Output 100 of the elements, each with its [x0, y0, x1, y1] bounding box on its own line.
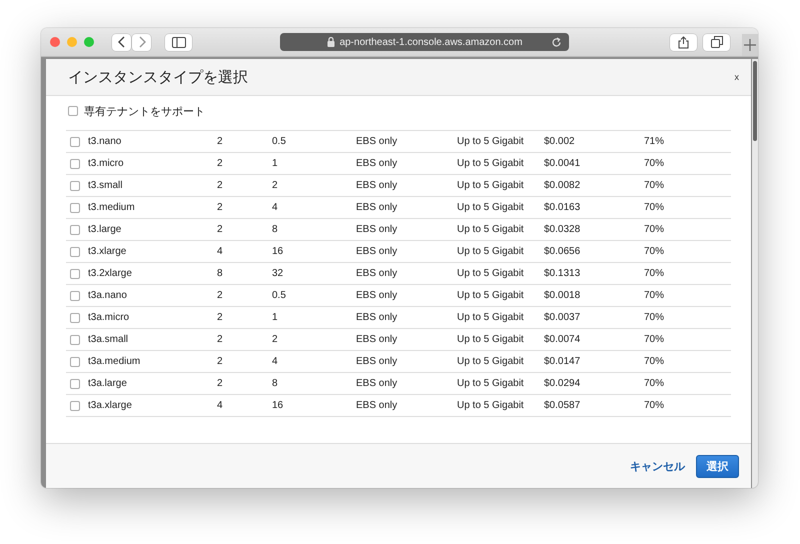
table-cell: EBS only	[356, 334, 398, 345]
table-cell: EBS only	[356, 224, 398, 235]
table-cell: t3.2xlarge	[88, 268, 132, 279]
sidebar-icon	[172, 36, 186, 48]
table-cell: 2	[272, 334, 278, 345]
table-cell: EBS only	[356, 246, 398, 257]
row-checkbox[interactable]	[70, 136, 80, 146]
select-button[interactable]: 選択	[696, 454, 739, 478]
table-cell: 70%	[644, 158, 664, 169]
row-checkbox[interactable]	[70, 224, 80, 234]
table-cell: $0.0018	[544, 290, 580, 301]
table-cell: EBS only	[356, 136, 398, 147]
table-cell: 4	[217, 246, 223, 257]
table-cell: 70%	[644, 268, 664, 279]
table-cell: Up to 5 Gigabit	[457, 224, 524, 235]
table-cell: 2	[217, 224, 223, 235]
table-cell: 4	[217, 400, 223, 411]
table-cell: t3a.medium	[88, 356, 140, 367]
zoom-window-icon[interactable]	[84, 37, 94, 47]
table-cell: 16	[272, 400, 284, 411]
row-checkbox[interactable]	[70, 312, 80, 322]
table-cell: t3.nano	[88, 136, 122, 147]
table-cell: EBS only	[356, 202, 398, 213]
table-cell: 2	[272, 180, 278, 191]
table-cell: $0.0147	[544, 356, 580, 367]
new-tab-icon[interactable]	[742, 34, 758, 56]
row-checkbox[interactable]	[70, 180, 80, 190]
reload-icon[interactable]	[551, 37, 562, 48]
table-cell: 8	[272, 378, 278, 389]
chevron-left-icon	[118, 36, 126, 48]
row-checkbox[interactable]	[70, 334, 80, 344]
sidebar-button[interactable]	[165, 34, 192, 50]
checkbox[interactable]	[68, 106, 78, 116]
table-cell: $0.0163	[544, 202, 580, 213]
table-cell: t3a.xlarge	[88, 400, 132, 411]
tabs-button[interactable]	[703, 34, 730, 50]
table-cell: Up to 5 Gigabit	[457, 202, 524, 213]
table-cell: 70%	[644, 312, 664, 323]
table-cell: $0.1313	[544, 268, 580, 279]
table-cell: EBS only	[356, 312, 398, 323]
row-checkbox[interactable]	[70, 246, 80, 256]
table-cell: 8	[272, 224, 278, 235]
table-cell: t3a.micro	[88, 312, 130, 323]
table-cell: EBS only	[356, 378, 398, 389]
table-cell: t3a.small	[88, 334, 128, 345]
table-cell: $0.0294	[544, 378, 580, 389]
chevron-right-icon	[138, 36, 146, 48]
cancel-link[interactable]: キャンセル	[630, 458, 685, 474]
table-cell: t3.small	[88, 180, 122, 191]
table-cell: EBS only	[356, 290, 398, 301]
table-cell: EBS only	[356, 268, 398, 279]
table-cell: $0.0082	[544, 180, 580, 191]
share-icon	[678, 36, 689, 48]
table-cell: Up to 5 Gigabit	[457, 136, 524, 147]
table-cell: 2	[217, 378, 223, 389]
table-cell: t3.xlarge	[88, 246, 126, 257]
back-button[interactable]	[112, 34, 131, 50]
table-cell: Up to 5 Gigabit	[457, 378, 524, 389]
scroll-thumb[interactable]	[753, 61, 757, 141]
table-cell: 16	[272, 246, 284, 257]
scrollbar[interactable]	[752, 59, 758, 488]
table-cell: 70%	[644, 246, 664, 257]
table-cell: 2	[217, 136, 223, 147]
table-cell: EBS only	[356, 356, 398, 367]
table-cell: 2	[217, 312, 223, 323]
table-cell: $0.0074	[544, 334, 580, 345]
table-cell: EBS only	[356, 400, 398, 411]
table-cell: 71%	[644, 136, 664, 147]
table-cell: Up to 5 Gigabit	[457, 356, 524, 367]
table-cell: $0.0037	[544, 312, 580, 323]
table-cell: $0.0656	[544, 246, 580, 257]
table-cell: $0.002	[544, 136, 575, 147]
table-cell: t3.large	[88, 224, 122, 235]
table-cell: Up to 5 Gigabit	[457, 400, 524, 411]
table-cell: $0.0587	[544, 400, 580, 411]
row-checkbox[interactable]	[70, 290, 80, 300]
table-cell: 2	[217, 158, 223, 169]
table-cell: 2	[217, 356, 223, 367]
row-checkbox[interactable]	[70, 356, 80, 366]
address-bar[interactable]: ap-northeast-1.console.aws.amazon.com	[280, 33, 569, 51]
table-cell: 70%	[644, 224, 664, 235]
row-checkbox[interactable]	[70, 378, 80, 388]
row-checkbox[interactable]	[70, 158, 80, 168]
table-cell: 2	[217, 202, 223, 213]
row-checkbox[interactable]	[70, 268, 80, 278]
table-cell: Up to 5 Gigabit	[457, 180, 524, 191]
minimize-window-icon[interactable]	[67, 37, 77, 47]
table-cell: 2	[217, 334, 223, 345]
checkbox-label: 専有テナントをサポート	[84, 104, 205, 118]
dialog-title: インスタンスタイプを選択	[68, 68, 248, 86]
row-checkbox[interactable]	[70, 202, 80, 212]
close-window-icon[interactable]	[50, 37, 60, 47]
table-cell: Up to 5 Gigabit	[457, 246, 524, 257]
table-cell: 32	[272, 268, 284, 279]
table-cell: 70%	[644, 202, 664, 213]
table-cell: $0.0328	[544, 224, 580, 235]
share-button[interactable]	[670, 34, 697, 50]
table-cell: 70%	[644, 290, 664, 301]
row-checkbox[interactable]	[70, 400, 80, 410]
close-button[interactable]: x	[734, 72, 739, 82]
